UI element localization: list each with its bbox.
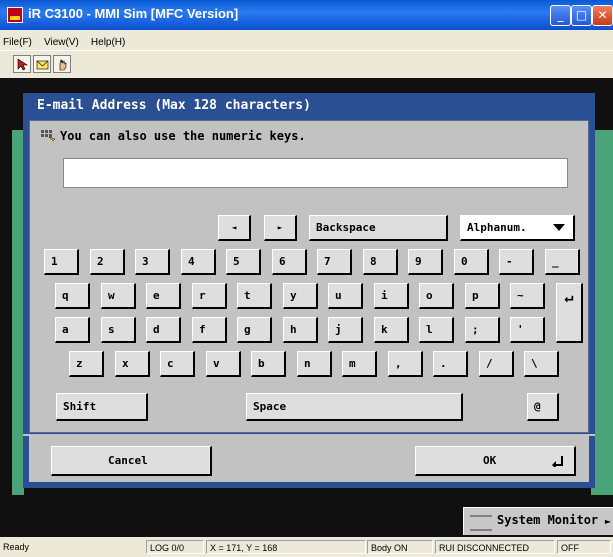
key-4-7[interactable]: m	[342, 351, 377, 377]
key-3-5[interactable]: g	[237, 317, 272, 343]
key-3-9[interactable]: l	[419, 317, 454, 343]
system-monitor-label: System Monitor	[497, 513, 599, 527]
input-mode-select[interactable]: Alphanum.	[460, 215, 575, 241]
keypad-hint-icon	[41, 130, 56, 142]
close-button[interactable]: ✕	[592, 5, 613, 26]
key-1-8[interactable]: 8	[363, 249, 398, 275]
key-1-5[interactable]: 5	[226, 249, 261, 275]
key-3-7[interactable]: j	[328, 317, 363, 343]
key-2-5[interactable]: t	[237, 283, 272, 309]
status-body: Body ON	[367, 540, 433, 554]
maximize-button[interactable]: □	[571, 5, 592, 26]
key-3-3[interactable]: d	[146, 317, 181, 343]
key-2-11[interactable]: ~	[510, 283, 545, 309]
key-2-10[interactable]: p	[465, 283, 500, 309]
keyboard-panel: You can also use the numeric keys. ◄ ► B…	[29, 120, 589, 433]
key-4-8[interactable]: ,	[388, 351, 423, 377]
key-2-4[interactable]: r	[192, 283, 227, 309]
space-key[interactable]: Space	[246, 393, 463, 421]
key-1-7[interactable]: 7	[317, 249, 352, 275]
status-bar: Ready LOG 0/0 X = 171, Y = 168 Body ON R…	[0, 537, 613, 557]
key-1-1[interactable]: 1	[44, 249, 79, 275]
minimize-button[interactable]: _	[550, 5, 571, 26]
backspace-button[interactable]: Backspace	[309, 215, 448, 241]
window-titlebar[interactable]: iR C3100 - MMI Sim [MFC Version] _ □ ✕	[0, 0, 613, 30]
chevron-down-icon	[553, 224, 565, 231]
menu-file[interactable]: File(F)	[0, 34, 36, 48]
hint-text: You can also use the numeric keys.	[60, 129, 306, 143]
key-1-9[interactable]: 9	[408, 249, 443, 275]
email-address-dialog: E-mail Address (Max 128 characters) You …	[23, 93, 595, 488]
key-1-2[interactable]: 2	[90, 249, 125, 275]
key-4-5[interactable]: b	[251, 351, 286, 377]
key-4-3[interactable]: c	[160, 351, 195, 377]
pointer-icon	[17, 58, 28, 71]
key-4-1[interactable]: z	[69, 351, 104, 377]
key-4-9[interactable]: .	[433, 351, 468, 377]
shift-key[interactable]: Shift	[56, 393, 148, 421]
key-2-9[interactable]: o	[419, 283, 454, 309]
status-log: LOG 0/0	[146, 540, 204, 554]
key-2-3[interactable]: e	[146, 283, 181, 309]
key-3-11[interactable]: '	[510, 317, 545, 343]
key-3-4[interactable]: f	[192, 317, 227, 343]
key-1-10[interactable]: 0	[454, 249, 489, 275]
dialog-button-bar: Cancel OK	[29, 436, 589, 482]
cursor-left-button[interactable]: ◄	[218, 215, 251, 241]
mail-tool-button[interactable]	[33, 55, 51, 73]
cursor-right-button[interactable]: ►	[264, 215, 297, 241]
key-1-6[interactable]: 6	[272, 249, 307, 275]
hand-tool-button[interactable]	[53, 55, 71, 73]
key-2-7[interactable]: u	[328, 283, 363, 309]
key-3-10[interactable]: ;	[465, 317, 500, 343]
key-3-6[interactable]: h	[283, 317, 318, 343]
key-4-10[interactable]: /	[479, 351, 514, 377]
system-monitor-button[interactable]: System Monitor ►	[463, 507, 613, 535]
dialog-title: E-mail Address (Max 128 characters)	[37, 98, 311, 113]
status-coordinates: X = 171, Y = 168	[206, 540, 366, 554]
pointer-tool-button[interactable]	[13, 55, 31, 73]
key-2-8[interactable]: i	[374, 283, 409, 309]
key-4-11[interactable]: \	[524, 351, 559, 377]
monitor-lines-icon	[470, 515, 492, 531]
window-title: iR C3100 - MMI Sim [MFC Version]	[28, 6, 239, 21]
ok-label: OK	[483, 454, 497, 467]
return-icon	[552, 456, 563, 467]
key-1-3[interactable]: 3	[135, 249, 170, 275]
key-2-6[interactable]: y	[283, 283, 318, 309]
email-input[interactable]	[63, 158, 568, 188]
key-4-6[interactable]: n	[297, 351, 332, 377]
key-4-4[interactable]: v	[206, 351, 241, 377]
key-3-2[interactable]: s	[101, 317, 136, 343]
ok-button[interactable]: OK	[415, 446, 576, 476]
hand-icon	[59, 59, 67, 71]
mail-icon	[36, 60, 49, 70]
menu-help[interactable]: Help(H)	[88, 34, 129, 48]
at-key[interactable]: @	[527, 393, 559, 421]
toolbar	[0, 50, 613, 78]
key-1-4[interactable]: 4	[181, 249, 216, 275]
arrow-right-icon: ►	[604, 517, 611, 526]
key-4-2[interactable]: x	[115, 351, 150, 377]
status-ready: Ready	[3, 542, 30, 552]
key-2-2[interactable]: w	[101, 283, 136, 309]
key-1-12[interactable]: _	[545, 249, 580, 275]
key-2-1[interactable]: q	[55, 283, 90, 309]
input-mode-value: Alphanum.	[467, 221, 527, 234]
enter-key[interactable]: ↵	[556, 283, 583, 343]
key-3-8[interactable]: k	[374, 317, 409, 343]
app-icon	[7, 7, 23, 23]
cancel-button[interactable]: Cancel	[51, 446, 212, 476]
status-rui: RUI DISCONNECTED	[435, 540, 555, 554]
menu-view[interactable]: View(V)	[41, 34, 83, 48]
key-1-11[interactable]: -	[499, 249, 534, 275]
status-off: OFF	[557, 540, 611, 554]
menu-bar: File(F) View(V) Help(H)	[0, 30, 613, 50]
key-3-1[interactable]: a	[55, 317, 90, 343]
